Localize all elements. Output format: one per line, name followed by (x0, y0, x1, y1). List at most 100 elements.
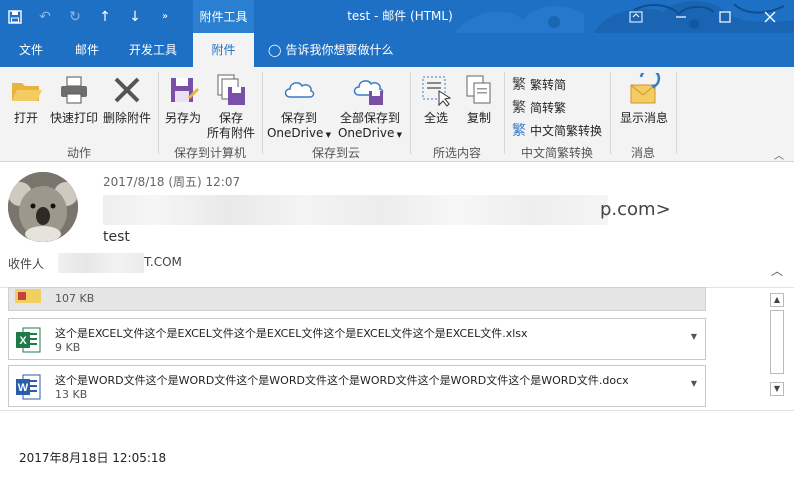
simplified-char-icon: 繁 (512, 100, 526, 116)
window-title: test - 邮件 (HTML) (347, 9, 453, 23)
recipient-address[interactable]: T.COM (144, 255, 182, 269)
show-message-label: 显示消息 (619, 111, 668, 125)
attachment-name: 这个是WORD文件这个是WORD文件这个是WORD文件这个是WORD文件这个是W… (55, 374, 629, 387)
save-as-button[interactable]: 另存为 (162, 73, 204, 126)
minimize-icon[interactable] (661, 0, 701, 33)
save-all-label-1: 保存 (218, 111, 243, 125)
select-all-button[interactable]: 全选 (414, 73, 458, 126)
more-icon[interactable]: » (150, 0, 180, 33)
save-to-onedrive-button[interactable]: 保存到 OneDrive ▼ (266, 73, 332, 143)
tab-file[interactable]: 文件 (6, 33, 56, 67)
save-as-label: 另存为 (164, 111, 201, 125)
open-label: 打开 (13, 111, 38, 125)
tab-attachments[interactable]: 附件 (193, 33, 254, 67)
svg-text:X: X (19, 335, 27, 347)
attachment-item[interactable]: W 这个是WORD文件这个是WORD文件这个是WORD文件这个是WORD文件这个… (8, 365, 706, 407)
save-all-label-2: 所有附件 (206, 126, 255, 140)
remove-attachment-button[interactable]: 删除附件 (100, 73, 154, 126)
koala-photo (8, 172, 78, 242)
attachment-size: 107 KB (55, 292, 95, 305)
ribbon-display-icon[interactable] (616, 0, 656, 33)
attachment-scrollbar[interactable]: ▲ ▼ (770, 293, 784, 407)
up-arrow-icon[interactable]: ↑ (90, 0, 120, 33)
group-label-chinese: 中文简繁转换 (520, 146, 593, 160)
attachment-list: 107 KB X 这个是EXCEL文件这个是EXCEL文件这个是EXCEL文件这… (0, 287, 794, 411)
scroll-up-icon[interactable]: ▲ (770, 293, 784, 307)
folder-open-icon (12, 83, 42, 101)
collapse-header-icon[interactable]: ︿ (771, 262, 783, 279)
attachment-item[interactable]: X 这个是EXCEL文件这个是EXCEL文件这个是EXCEL文件这个是EXCEL… (8, 318, 706, 360)
ribbon-tabs: 文件 邮件 开发工具 附件 ◯ 告诉我你想要做什么 (0, 33, 794, 67)
copy-button[interactable]: 复制 (458, 73, 500, 126)
chinese-conversion-button[interactable]: 繁中文简繁转换 (511, 120, 602, 140)
sender-address[interactable]: p.com> (600, 199, 671, 220)
attachment-name: 这个是EXCEL文件这个是EXCEL文件这个是EXCEL文件这个是EXCEL文件… (55, 327, 528, 340)
scroll-thumb[interactable] (770, 310, 784, 374)
close-icon[interactable] (750, 0, 790, 33)
group-label-save-cloud: 保存到云 (311, 146, 360, 160)
save-all-to-onedrive-button[interactable]: 全部保存到 OneDrive ▼ (334, 73, 406, 143)
attachment-size: 9 KB (55, 341, 81, 354)
ribbon-divider (504, 72, 505, 154)
tab-mail[interactable]: 邮件 (62, 33, 112, 67)
attachment-size: 13 KB (55, 388, 88, 401)
cloud-save-icon (353, 80, 384, 105)
tell-me-text: 告诉我你想要做什么 (285, 43, 394, 57)
group-label-actions: 动作 (66, 146, 91, 160)
to-traditional-label: 简转繁 (530, 100, 567, 115)
recipient-blurred (58, 253, 144, 273)
title-bar: ↶ ↻ ↑ ↓ » 附件工具 test - 邮件 (HTML) (0, 0, 794, 33)
group-label-save-computer: 保存到计算机 (173, 146, 246, 160)
to-simplified-label: 繁转简 (530, 77, 567, 92)
maximize-icon[interactable] (705, 0, 745, 33)
cloud-icon (284, 82, 315, 98)
tab-developer[interactable]: 开发工具 (118, 33, 188, 67)
redo-icon[interactable]: ↻ (60, 0, 90, 33)
group-label-selection: 所选内容 (432, 146, 481, 160)
context-tab-attachment-tools: 附件工具 (193, 0, 254, 33)
ribbon-divider (610, 72, 611, 154)
copy-icon (466, 75, 491, 104)
collapse-ribbon-icon[interactable]: ︿ (774, 147, 784, 162)
avatar (8, 172, 78, 242)
attachment-menu-icon[interactable]: ▼ (691, 379, 697, 388)
ribbon-divider (158, 72, 159, 154)
undo-icon[interactable]: ↶ (30, 0, 60, 33)
save-all-attachments-button[interactable]: 保存 所有附件 (204, 73, 258, 141)
quick-print-button[interactable]: 快速打印 (48, 73, 100, 126)
group-label-message: 消息 (630, 146, 655, 160)
to-simplified-button[interactable]: 繁繁转简 (511, 74, 566, 94)
message-body: 2017年8月18日 12:05:18 (19, 451, 167, 465)
show-message-button[interactable]: 显示消息 (614, 73, 674, 126)
message-subject: test (103, 229, 130, 245)
ribbon-divider (410, 72, 411, 154)
copy-label: 复制 (466, 111, 491, 125)
open-button[interactable]: 打开 (6, 73, 46, 126)
scroll-down-icon[interactable]: ▼ (770, 382, 784, 396)
save-all-onedrive-label-2: OneDrive (337, 126, 395, 140)
message-date: 2017/8/18 (周五) 12:07 (103, 175, 241, 189)
save-all-onedrive-label-1: 全部保存到 (339, 111, 400, 125)
tell-me-box[interactable]: ◯ 告诉我你想要做什么 (268, 33, 393, 67)
chevron-down-icon: ▼ (323, 131, 332, 139)
down-arrow-icon[interactable]: ↓ (120, 0, 150, 33)
lightbulb-icon: ◯ (268, 43, 282, 57)
quick-print-label: 快速打印 (49, 111, 98, 125)
save-to-onedrive-label-2: OneDrive (266, 126, 324, 140)
quick-access-toolbar: ↶ ↻ ↑ ↓ » (0, 0, 180, 33)
show-message-icon (630, 73, 661, 104)
save-icon[interactable] (0, 0, 30, 33)
printer-icon (61, 76, 87, 104)
save-as-icon (171, 78, 199, 102)
save-to-onedrive-label-1: 保存到 (280, 111, 317, 125)
svg-text:W: W (18, 382, 29, 394)
to-traditional-button[interactable]: 繁简转繁 (511, 97, 566, 117)
chinese-conversion-label: 中文简繁转换 (530, 123, 603, 138)
save-all-icon (217, 74, 245, 105)
ribbon-divider (676, 72, 677, 154)
sender-blurred (103, 195, 608, 225)
attachment-item[interactable]: 107 KB (8, 287, 706, 311)
attachment-menu-icon[interactable]: ▼ (691, 332, 697, 341)
remove-label: 删除附件 (102, 111, 151, 125)
word-file-icon: W (16, 374, 41, 400)
